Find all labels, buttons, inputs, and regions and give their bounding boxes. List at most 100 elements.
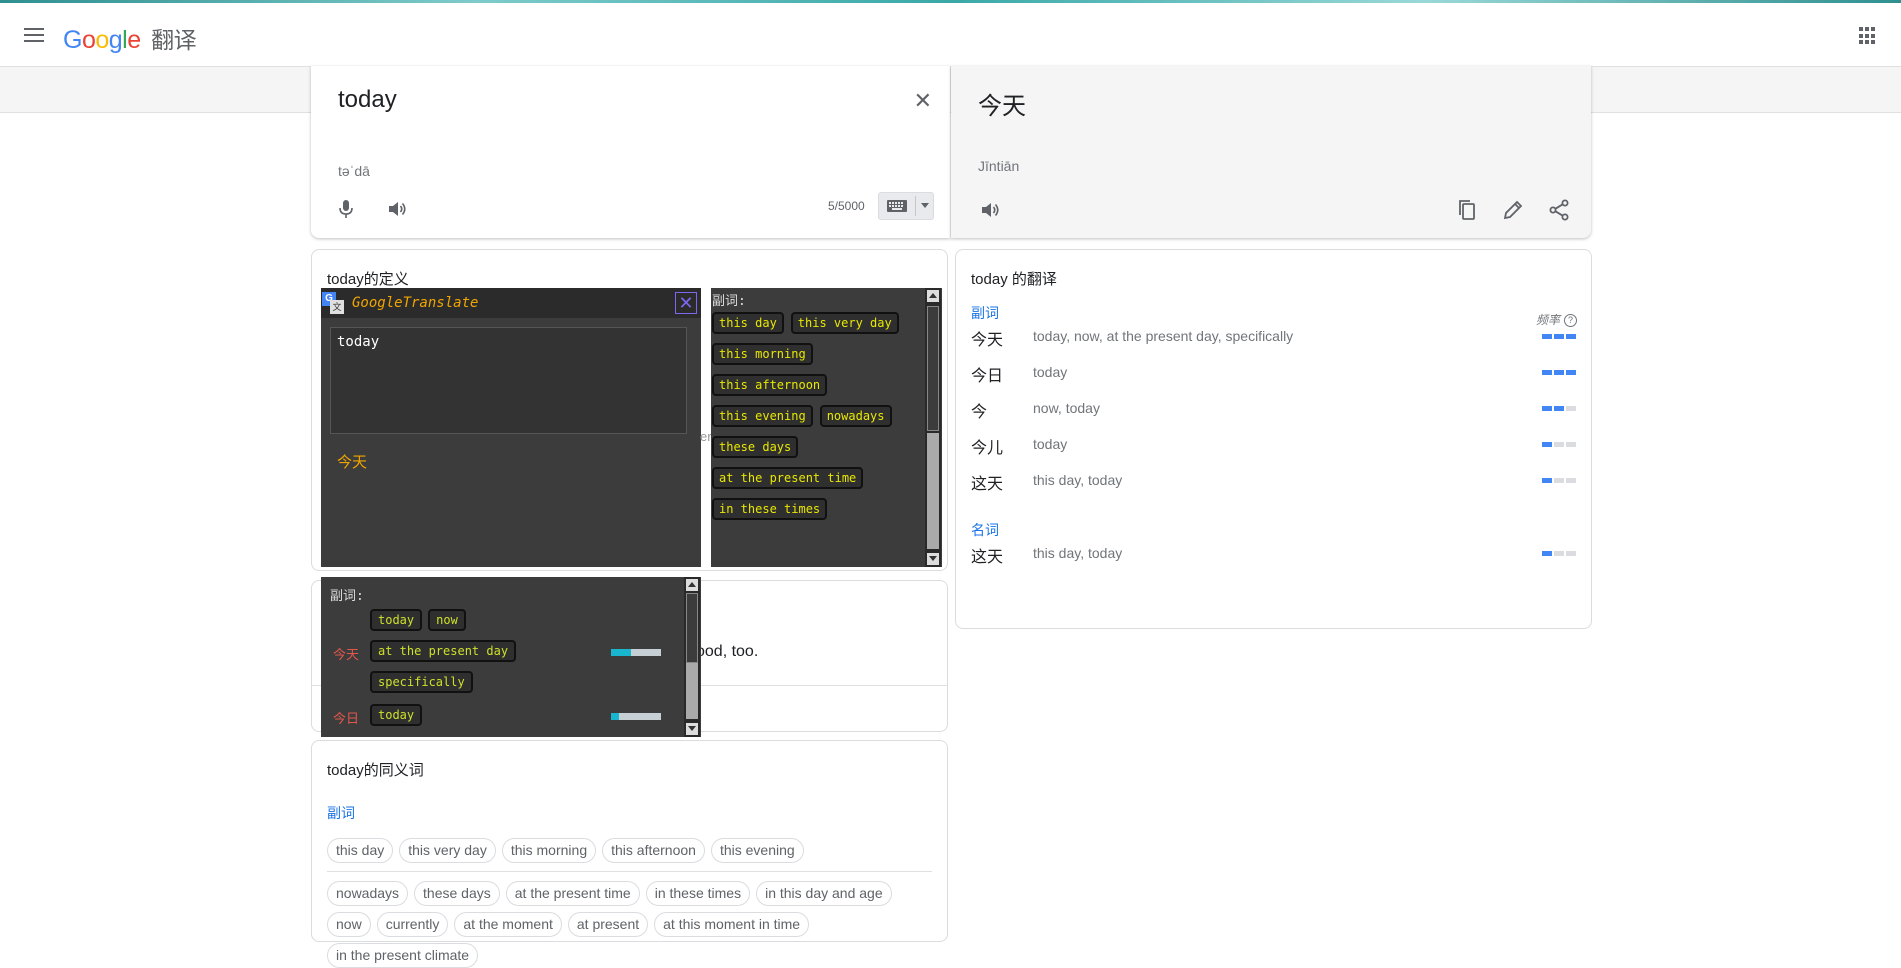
synonym-chip[interactable]: this day xyxy=(327,838,394,863)
translation-row[interactable]: 这天 this day, today xyxy=(971,543,1576,567)
scrollbar[interactable] xyxy=(925,288,941,567)
frequency-bar xyxy=(1554,551,1564,556)
synonym-chip[interactable]: currently xyxy=(376,912,449,937)
scroll-down-icon[interactable] xyxy=(927,553,939,565)
frequency-bars xyxy=(1542,370,1576,375)
synonyms-row: this day this very day this morning this af… xyxy=(327,838,932,863)
frequency-bar xyxy=(1566,551,1576,556)
synonym-chip[interactable]: in this day and age xyxy=(756,881,892,906)
dictionary-word: 今天 xyxy=(333,647,360,662)
frequency-bars xyxy=(1542,478,1576,483)
synonyms-popup: 副词: this day this very day this morning thi… xyxy=(711,288,942,567)
definitions-title: today的定义 xyxy=(327,271,409,288)
synonym-chip[interactable]: this very day xyxy=(399,838,496,863)
frequency-bar xyxy=(1542,478,1552,483)
target-transliteration: Jīntiān xyxy=(978,158,1020,174)
logo[interactable]: Google 翻译 xyxy=(63,21,197,55)
popup-synonym-chip[interactable]: this very day xyxy=(790,312,899,334)
popup-synonym-row: this afternoon xyxy=(712,374,917,396)
synonym-chip[interactable]: this evening xyxy=(710,838,804,863)
frequency-bar xyxy=(1542,370,1552,375)
synonym-chip[interactable]: in the present climate xyxy=(327,943,479,968)
apps-grid-icon[interactable] xyxy=(1859,27,1877,45)
translation-row[interactable]: 今儿 today xyxy=(971,434,1576,458)
frequency-bar xyxy=(1542,442,1552,447)
translation-word: 这天 xyxy=(971,476,1004,493)
popup-synonym-chip[interactable]: in these times xyxy=(712,498,828,520)
frequency-bar xyxy=(1566,442,1576,447)
dictionary-word: 今日 xyxy=(333,711,360,726)
translation-meanings: today xyxy=(1033,364,1068,380)
translation-meanings: now, today xyxy=(1033,400,1100,416)
synonym-chip[interactable]: nowadays xyxy=(327,881,409,906)
popup-input[interactable]: today xyxy=(330,327,687,434)
popup-synonym-chip[interactable]: this morning xyxy=(712,343,813,365)
frequency-bar xyxy=(1566,478,1576,483)
scroll-track[interactable] xyxy=(927,433,939,549)
example-sentence: ood, too. xyxy=(696,643,759,660)
translation-row[interactable]: 今日 today xyxy=(971,362,1576,386)
menu-icon[interactable] xyxy=(24,28,44,42)
copy-icon[interactable] xyxy=(1455,198,1479,222)
synonym-chip[interactable]: this morning xyxy=(501,838,597,863)
synonym-chip[interactable]: at the moment xyxy=(454,912,562,937)
keyboard-button[interactable] xyxy=(878,192,934,220)
translation-row[interactable]: 今 now, today xyxy=(971,398,1576,422)
divider xyxy=(327,871,932,872)
popup-synonym-row: these days xyxy=(712,436,917,458)
synonym-chip[interactable]: this afternoon xyxy=(602,838,705,863)
scroll-thumb[interactable] xyxy=(927,306,939,431)
chevron-down-icon[interactable] xyxy=(921,203,929,208)
dictionary-chip[interactable]: now xyxy=(428,609,466,631)
synonyms-title: today的同义词 xyxy=(327,762,424,779)
scroll-up-icon[interactable] xyxy=(686,579,698,591)
frequency-bars xyxy=(1542,442,1576,447)
synonym-chip[interactable]: at the present time xyxy=(505,881,640,906)
translations-title: today 的翻译 xyxy=(971,271,1057,288)
frequency-bar xyxy=(1554,478,1564,483)
synonym-chip[interactable]: now xyxy=(327,912,371,937)
target-output: 今天 xyxy=(978,93,1026,120)
scroll-track[interactable] xyxy=(686,663,698,719)
share-icon[interactable] xyxy=(1547,198,1571,222)
frequency-bar xyxy=(1566,370,1576,375)
speaker-icon[interactable] xyxy=(386,198,408,220)
frequency-bar xyxy=(1566,334,1576,339)
popup-synonym-chip[interactable]: this afternoon xyxy=(712,374,828,396)
speaker-icon[interactable] xyxy=(979,199,1001,221)
scroll-thumb[interactable] xyxy=(686,593,698,663)
scrollbar[interactable] xyxy=(684,577,700,737)
header: Google 翻译 xyxy=(0,3,1901,65)
frequency-bar xyxy=(1542,406,1552,411)
synonym-chip[interactable]: in these times xyxy=(645,881,751,906)
synonym-chip[interactable]: at this moment in time xyxy=(654,912,810,937)
popup-synonym-row: this evening nowadays xyxy=(712,405,917,427)
synonym-chip[interactable]: at present xyxy=(567,912,649,937)
character-count: 5/5000 xyxy=(828,199,865,213)
frequency-bar xyxy=(1542,334,1552,339)
translate-logo-icon: G 文 xyxy=(322,292,344,314)
scroll-down-icon[interactable] xyxy=(686,723,698,735)
translation-row[interactable]: 这天 this day, today xyxy=(971,470,1576,494)
dictionary-popup: 副词: 今天 today now at the present day specific… xyxy=(321,577,701,737)
popup-synonym-chip[interactable]: nowadays xyxy=(819,405,892,427)
microphone-icon[interactable] xyxy=(338,199,354,219)
edit-icon[interactable] xyxy=(1501,198,1525,222)
popup-pos-label: 副词: xyxy=(330,589,364,604)
dictionary-chip[interactable]: specifically xyxy=(370,671,473,693)
popup-synonym-chip[interactable]: this evening xyxy=(712,405,813,427)
translation-row[interactable]: 今天 today, now, at the present day, specif… xyxy=(971,326,1576,350)
popup-synonym-chip[interactable]: these days xyxy=(712,436,799,458)
dictionary-chip[interactable]: at the present day xyxy=(370,640,517,662)
source-input[interactable]: today xyxy=(338,86,397,114)
scroll-up-icon[interactable] xyxy=(927,290,939,302)
close-icon[interactable]: ✕ xyxy=(675,292,697,314)
dictionary-chip[interactable]: today xyxy=(370,704,423,726)
popup-synonym-chip[interactable]: at the present time xyxy=(712,467,864,489)
popup-synonym-row: this day this very day xyxy=(712,312,917,334)
synonym-chip[interactable]: these days xyxy=(414,881,500,906)
clear-source-button[interactable]: ✕ xyxy=(914,88,932,114)
popup-synonym-chip[interactable]: this day xyxy=(712,312,784,334)
frequency-bar xyxy=(1554,406,1564,411)
dictionary-chip[interactable]: today xyxy=(370,609,423,631)
